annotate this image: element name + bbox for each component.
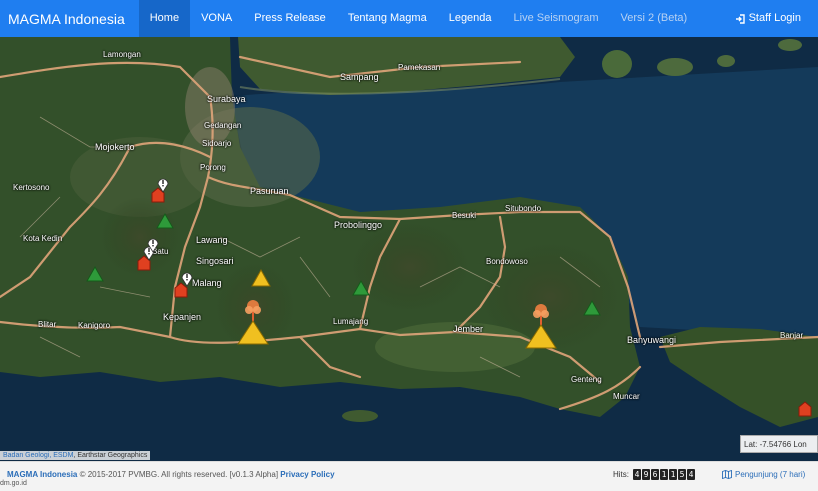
pengunjung-link[interactable]: Pengunjung (7 hari) — [722, 470, 805, 479]
hit-digit: 1 — [660, 469, 668, 480]
place-label: Banjar — [780, 331, 804, 340]
place-label: Lawang — [196, 235, 228, 245]
hit-digit: 5 — [678, 469, 686, 480]
place-label: Genteng — [571, 375, 602, 384]
hit-counter: Hits: 4 9 6 1 1 5 4 — [613, 469, 695, 480]
footer-copyright-text: © 2015-2017 PVMBG. All rights reserved. … — [77, 470, 281, 479]
place-label: Pasuruan — [250, 186, 289, 196]
lat-lon-readout: Lat: -7.54766 Lon — [740, 435, 818, 453]
place-label: Mojokerto — [95, 142, 135, 152]
place-label: Surabaya — [207, 94, 246, 104]
hits-label: Hits: — [613, 470, 629, 479]
place-label: Sidoarjo — [202, 139, 232, 148]
volcano-marker[interactable] — [352, 280, 370, 296]
nav-versi-2-beta[interactable]: Versi 2 (Beta) — [610, 0, 699, 37]
place-label: Malang — [192, 278, 222, 288]
privacy-policy-link[interactable]: Privacy Policy — [280, 470, 334, 479]
place-label: Gedangan — [204, 121, 242, 130]
place-label: Blitar — [38, 320, 57, 329]
nav-tentang-magma[interactable]: Tentang Magma — [337, 0, 438, 37]
place-label: Bondowoso — [486, 257, 528, 266]
volcano-map[interactable]: Lamongan Surabaya Gedangan Sidoarjo Poro… — [0, 37, 818, 461]
place-label: Jember — [453, 324, 484, 334]
nav-legenda[interactable]: Legenda — [438, 0, 503, 37]
hit-digit: 6 — [651, 469, 659, 480]
pengunjung-label: Pengunjung (7 hari) — [735, 470, 806, 479]
attribution-text: , Earthstar Geographics — [73, 452, 148, 459]
place-label: Probolinggo — [334, 220, 383, 230]
nav-vona[interactable]: VONA — [190, 0, 243, 37]
footer-url: dm.go.id — [0, 480, 27, 487]
alert-pin-icon[interactable] — [147, 237, 159, 253]
attribution-link[interactable]: Badan Geologi, ESDM — [3, 452, 73, 459]
volcano-marker[interactable] — [251, 269, 271, 287]
place-label: Sampang — [340, 72, 379, 82]
alert-pin-icon[interactable] — [181, 271, 193, 287]
place-label: Porong — [200, 163, 226, 172]
navbar: MAGMA Indonesia Home VONA Press Release … — [0, 0, 818, 37]
volcano-marker[interactable] — [86, 266, 104, 282]
staff-login-label: Staff Login — [748, 12, 801, 24]
place-label: Pamekasan — [398, 63, 441, 72]
sign-in-icon — [735, 13, 745, 24]
hit-digit: 9 — [642, 469, 650, 480]
erupting-volcano-marker[interactable] — [237, 297, 269, 345]
staff-login-link[interactable]: Staff Login — [735, 0, 801, 37]
volcano-marker[interactable] — [583, 300, 601, 316]
alert-pin-icon[interactable] — [157, 177, 169, 193]
nav-live-seismogram[interactable]: Live Seismogram — [503, 0, 610, 37]
place-label: Lamongan — [103, 50, 141, 59]
place-label: Besuki — [452, 211, 477, 220]
footer: MAGMA Indonesia © 2015-2017 PVMBG. All r… — [0, 461, 818, 491]
place-label: Situbondo — [505, 204, 542, 213]
hit-digit: 4 — [633, 469, 641, 480]
hit-digit: 4 — [687, 469, 695, 480]
map-attribution: Badan Geologi, ESDM, Earthstar Geographi… — [0, 451, 151, 460]
erupting-volcano-marker[interactable] — [525, 301, 557, 349]
volcano-marker[interactable] — [156, 213, 174, 229]
place-label: Kertosono — [13, 183, 50, 192]
brand-logo[interactable]: MAGMA Indonesia — [0, 11, 139, 27]
map-icon — [722, 470, 732, 479]
nav-home[interactable]: Home — [138, 0, 191, 37]
volcano-marker[interactable] — [795, 399, 815, 419]
map-tiles — [0, 37, 818, 461]
place-label: Muncar — [613, 392, 640, 401]
footer-copyright: MAGMA Indonesia © 2015-2017 PVMBG. All r… — [7, 470, 335, 479]
footer-brand-link[interactable]: MAGMA Indonesia — [7, 470, 77, 479]
place-label: Singosari — [196, 256, 234, 266]
nav-press-release[interactable]: Press Release — [243, 0, 337, 37]
place-label: Kepanjen — [163, 312, 202, 322]
hit-digit: 1 — [669, 469, 677, 480]
place-label: Lumajang — [333, 317, 369, 326]
place-label: Kota Kedin — [23, 234, 63, 243]
place-label: Kanigoro — [78, 321, 111, 330]
place-label: Banyuwangi — [627, 335, 677, 345]
